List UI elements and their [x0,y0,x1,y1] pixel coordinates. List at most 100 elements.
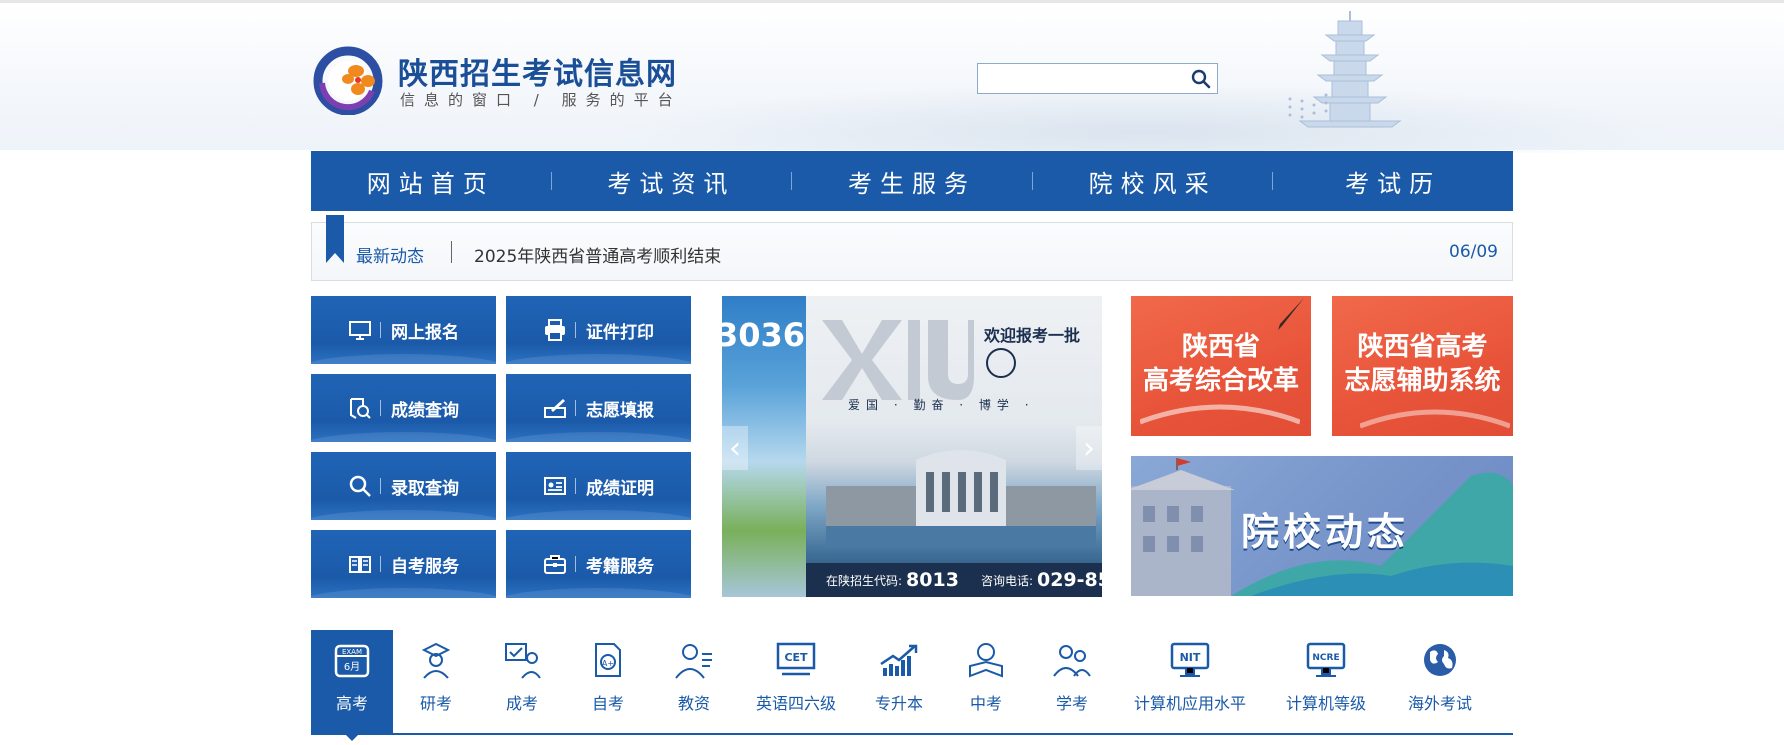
printer-icon [545,319,565,341]
promo-gaokao-reform[interactable]: 陕西省 高考综合改革 [1131,296,1311,436]
globe-icon [1424,644,1456,676]
news-ticker: 最新动态 2025年陕西省普通高考顺利结束 06/09 [311,215,1513,281]
teacher-board-icon [505,643,541,679]
tab-label: 研考 [419,694,452,713]
open-book-icon [349,556,371,573]
nav-home[interactable]: 网站首页 [311,164,551,199]
service-label: 证件打印 [586,322,654,343]
chevron-left-icon[interactable]: ‹ [722,426,748,470]
tab-label: 成考 [505,694,538,713]
briefcase-icon [544,555,566,574]
service-student-records[interactable]: 考籍服务 [506,530,691,598]
score-search-icon [350,398,371,419]
tab-zhongkao[interactable]: 中考 [943,630,1029,733]
service-label: 自考服务 [391,556,459,577]
teacher-icon [675,644,712,679]
tab-label: 计算机等级 [1285,694,1366,713]
college-news-title: 院校动态 [1241,510,1410,554]
site-logo-icon[interactable] [310,45,386,115]
carousel-motto: 爱国 · 勤奋 · 博学 · [848,398,1035,412]
service-score-query[interactable]: 成绩查询 [311,374,496,442]
pagoda-illustration [1288,11,1402,128]
document-grade-icon: A+ [595,643,621,677]
news-divider [451,241,452,263]
image-carousel[interactable]: 3036 欢迎报考一批 爱国 · 勤奋 · 博学 · 在陕招生代码: 8013 … [722,296,1102,597]
tab-label: 高考 [335,694,368,713]
university-seal-icon [986,348,1016,378]
slide-number: 3036 [722,316,806,354]
carousel-slide[interactable]: 欢迎报考一批 爱国 · 勤奋 · 博学 · 在陕招生代码: 8013 咨询电话:… [806,296,1102,597]
carousel-info-bar: 在陕招生代码: 8013 咨询电话: 029-853 [806,563,1102,597]
search-box [977,63,1218,94]
nit-icon: NIT [1170,642,1210,677]
service-label: 成绩证明 [586,478,654,499]
students-icon [1053,645,1091,677]
tab-label: 英语四六级 [755,694,836,713]
tab-overseas-exam[interactable]: 海外考试 [1387,630,1493,733]
service-label: 志愿填报 [586,400,654,421]
growth-chart-icon [880,644,918,676]
svg-text:NCRE: NCRE [1312,653,1339,663]
phone-label: 咨询电话: [980,573,1033,588]
nav-colleges[interactable]: 院校风采 [1033,164,1273,199]
main-nav: 网站首页 考试资讯 考生服务 院校风采 考试历 [311,151,1513,211]
site-slogan: 信息的窗口 / 服务的平台 [400,91,682,109]
phone-number: 029-853 [1036,569,1102,591]
service-label: 成绩查询 [391,400,459,421]
tab-label: 教资 [677,694,710,713]
svg-text:6月: 6月 [344,661,360,673]
carousel-welcome: 欢迎报考一批 [984,326,1081,345]
certificate-icon [544,477,566,495]
svg-text:A+: A+ [602,659,614,668]
campus-building-illustration [826,450,1096,546]
tab-adult-exam[interactable]: 成考 [479,630,565,733]
search-icon[interactable] [1191,69,1211,89]
svg-text:CET: CET [784,651,808,664]
search-icon [349,475,371,497]
graduate-icon [421,642,451,679]
tab-label: 专升本 [874,694,923,713]
service-label: 网上报名 [391,322,459,343]
bookmark-icon [326,215,344,263]
tab-teacher-qualification[interactable]: 教资 [651,630,737,733]
svg-text:EXAM: EXAM [342,648,362,656]
xisu-wordart [822,320,974,400]
service-self-study-exam[interactable]: 自考服务 [311,530,496,598]
svg-text:NIT: NIT [1180,651,1201,664]
cet-icon: CET [776,642,816,676]
service-admission-query[interactable]: 录取查询 [311,452,496,520]
tab-label: 学考 [1055,694,1088,713]
chevron-right-icon[interactable]: › [1076,426,1102,470]
exam-calendar-icon: EXAM 6月 [334,644,370,678]
monitor-icon [349,321,371,340]
news-headline-link[interactable]: 2025年陕西省普通高考顺利结束 [474,242,721,267]
news-label: 最新动态 [356,247,424,267]
tab-nit[interactable]: NIT 计算机应用水平 [1115,630,1265,733]
tab-ncre[interactable]: NCRE 计算机等级 [1265,630,1387,733]
nav-exam-news[interactable]: 考试资讯 [552,164,792,199]
tab-upgrade-bachelor[interactable]: 专升本 [855,630,943,733]
service-online-registration[interactable]: 网上报名 [311,296,496,364]
nav-exam-calendar[interactable]: 考试历 [1273,164,1513,199]
student-reading-icon [969,643,1003,678]
service-label: 录取查询 [391,478,459,499]
service-score-certificate[interactable]: 成绩证明 [506,452,691,520]
tab-gaokao[interactable]: EXAM 6月 高考 [311,630,393,741]
service-label: 考籍服务 [586,556,654,577]
tab-cet[interactable]: CET 英语四六级 [737,630,855,733]
site-title[interactable]: 陕西招生考试信息网 [398,49,677,93]
promo-volunteer-system[interactable]: 陕西省高考 志愿辅助系统 [1332,296,1513,436]
tab-self-study[interactable]: A+ 自考 [565,630,651,733]
exam-category-tabs: EXAM 6月 高考 研考 成考 A+ 自考 教资 CET 英语四六级 专升本 中… [311,630,1513,741]
admission-code-label: 在陕招生代码: [826,573,903,588]
admission-code: 8013 [906,569,959,591]
service-admit-card-print[interactable]: 证件打印 [506,296,691,364]
tab-academic-test[interactable]: 学考 [1029,630,1115,733]
promo-college-news[interactable]: 院校动态 [1131,456,1513,596]
nav-candidate-services[interactable]: 考生服务 [792,164,1032,199]
search-input[interactable] [978,64,1183,93]
tab-graduate-exam[interactable]: 研考 [393,630,479,733]
site-header: 陕西招生考试信息网 信息的窗口 / 服务的平台 [0,3,1784,153]
service-volunteer-filling[interactable]: 志愿填报 [506,374,691,442]
tab-label: 自考 [591,694,624,713]
